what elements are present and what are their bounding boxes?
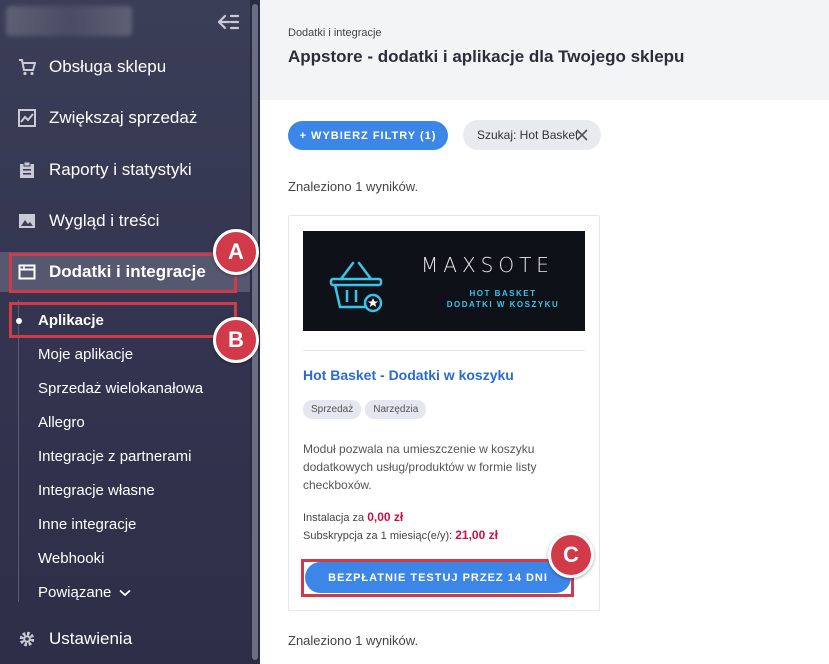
search-chip-label: Szukaj: Hot Basket [477,128,579,142]
banner-brand: MAXSOTE [421,253,554,277]
subscription-price: Subskrypcja za 1 miesiąc(e/y): 21,00 zł [303,528,498,542]
search-filter-chip: Szukaj: Hot Basket [463,120,601,150]
results-count-bottom: Znaleziono 1 wyników. [288,633,419,648]
tag-chip[interactable]: Sprzedaż [303,400,362,419]
tag-chip[interactable]: Narzędzia [365,400,427,419]
image-icon [18,212,36,230]
install-price: Instalacja za 0,00 zł [303,510,403,524]
sidebar-item-label: Dodatki i integracje [49,262,206,281]
submenu-item-moje-aplikacje[interactable]: Moje aplikacje [38,346,133,363]
submenu-guide-line [18,300,19,602]
subscription-price-value: 21,00 zł [455,528,498,542]
submenu-item-label: Powiązane [38,584,112,601]
sidebar: Obsługa sklepu Zwiększaj sprzedaż Raport… [0,0,250,664]
page-title: Appstore - dodatki i aplikacje dla Twoje… [288,47,685,66]
choose-filters-button[interactable]: + WYBIERZ FILTRY (1) [288,121,448,150]
free-trial-button[interactable]: BEZPŁATNIE TESTUJ PRZEZ 14 DNI [305,562,571,593]
main-content: Dodatki i integracje Appstore - dodatki … [260,0,829,664]
app-title-link[interactable]: Hot Basket - Dodatki w koszyku [303,367,514,383]
submenu-item-inne-integracje[interactable]: Inne integracje [38,516,136,533]
submenu-item-allegro[interactable]: Allegro [38,414,85,431]
sidebar-item-label: Obsługa sklepu [49,57,167,76]
collapse-sidebar-icon[interactable] [216,12,240,32]
window-icon [18,263,36,281]
active-bullet [16,318,22,324]
submenu-item-powiazane[interactable]: Powiązane [38,584,131,601]
submenu-item-integracje-wlasne[interactable]: Integracje własne [38,482,155,499]
sidebar-item-label: Zwiększaj sprzedaż [49,108,198,127]
sidebar-item-dodatki-i-integracje[interactable]: Dodatki i integracje [0,252,250,292]
clipboard-icon [18,161,36,179]
store-logo[interactable] [6,6,132,36]
callout-a: A [213,229,259,275]
submenu-item-aplikacje[interactable]: Aplikacje [38,312,104,329]
sidebar-item-label: Ustawienia [49,629,133,648]
submenu-item-integracje-z-partnerami[interactable]: Integracje z partnerami [38,448,191,465]
gear-icon [18,630,36,648]
sidebar-item-wyglad[interactable]: Wygląd i treści [0,201,250,241]
callout-b: B [213,317,259,363]
chart-line-icon [18,109,36,127]
install-price-label: Instalacja za [303,512,365,524]
sidebar-item-label: Raporty i statystyki [49,160,192,179]
submenu-item-webhooki[interactable]: Webhooki [38,550,104,567]
sidebar-item-obsluga-sklepu[interactable]: Obsługa sklepu [0,47,250,87]
sidebar-item-raporty[interactable]: Raporty i statystyki [0,150,250,190]
install-price-value: 0,00 zł [367,510,404,524]
app-description: Moduł pozwala na umieszczenie w koszyku … [303,442,537,492]
chevron-down-icon [119,589,131,596]
callout-c: C [548,532,594,578]
close-icon[interactable] [575,128,589,142]
card-divider [303,350,585,351]
app-tags: Sprzedaż Narzędzia [303,400,427,419]
app-banner[interactable]: MAXSOTE HOT BASKET DODATKI W KOSZYKU [303,231,585,331]
sidebar-item-ustawienia[interactable]: Ustawienia [0,619,250,659]
results-count: Znaleziono 1 wyników. [288,179,419,194]
banner-line-2: DODATKI W KOSZYKU [446,300,560,309]
banner-line-1: HOT BASKET [469,289,537,298]
cart-icon [18,58,36,76]
sidebar-item-zwiekszaj-sprzedaz[interactable]: Zwiększaj sprzedaż [0,98,250,138]
page-header: Dodatki i integracje Appstore - dodatki … [260,0,829,100]
subscription-price-label: Subskrypcja za 1 miesiąc(e/y): [303,530,453,542]
breadcrumb[interactable]: Dodatki i integracje [288,27,382,39]
basket-icon [329,261,383,313]
submenu-item-sprzedaz-wielokanalowa[interactable]: Sprzedaż wielokanałowa [38,380,203,397]
sidebar-item-label: Wygląd i treści [49,211,160,230]
